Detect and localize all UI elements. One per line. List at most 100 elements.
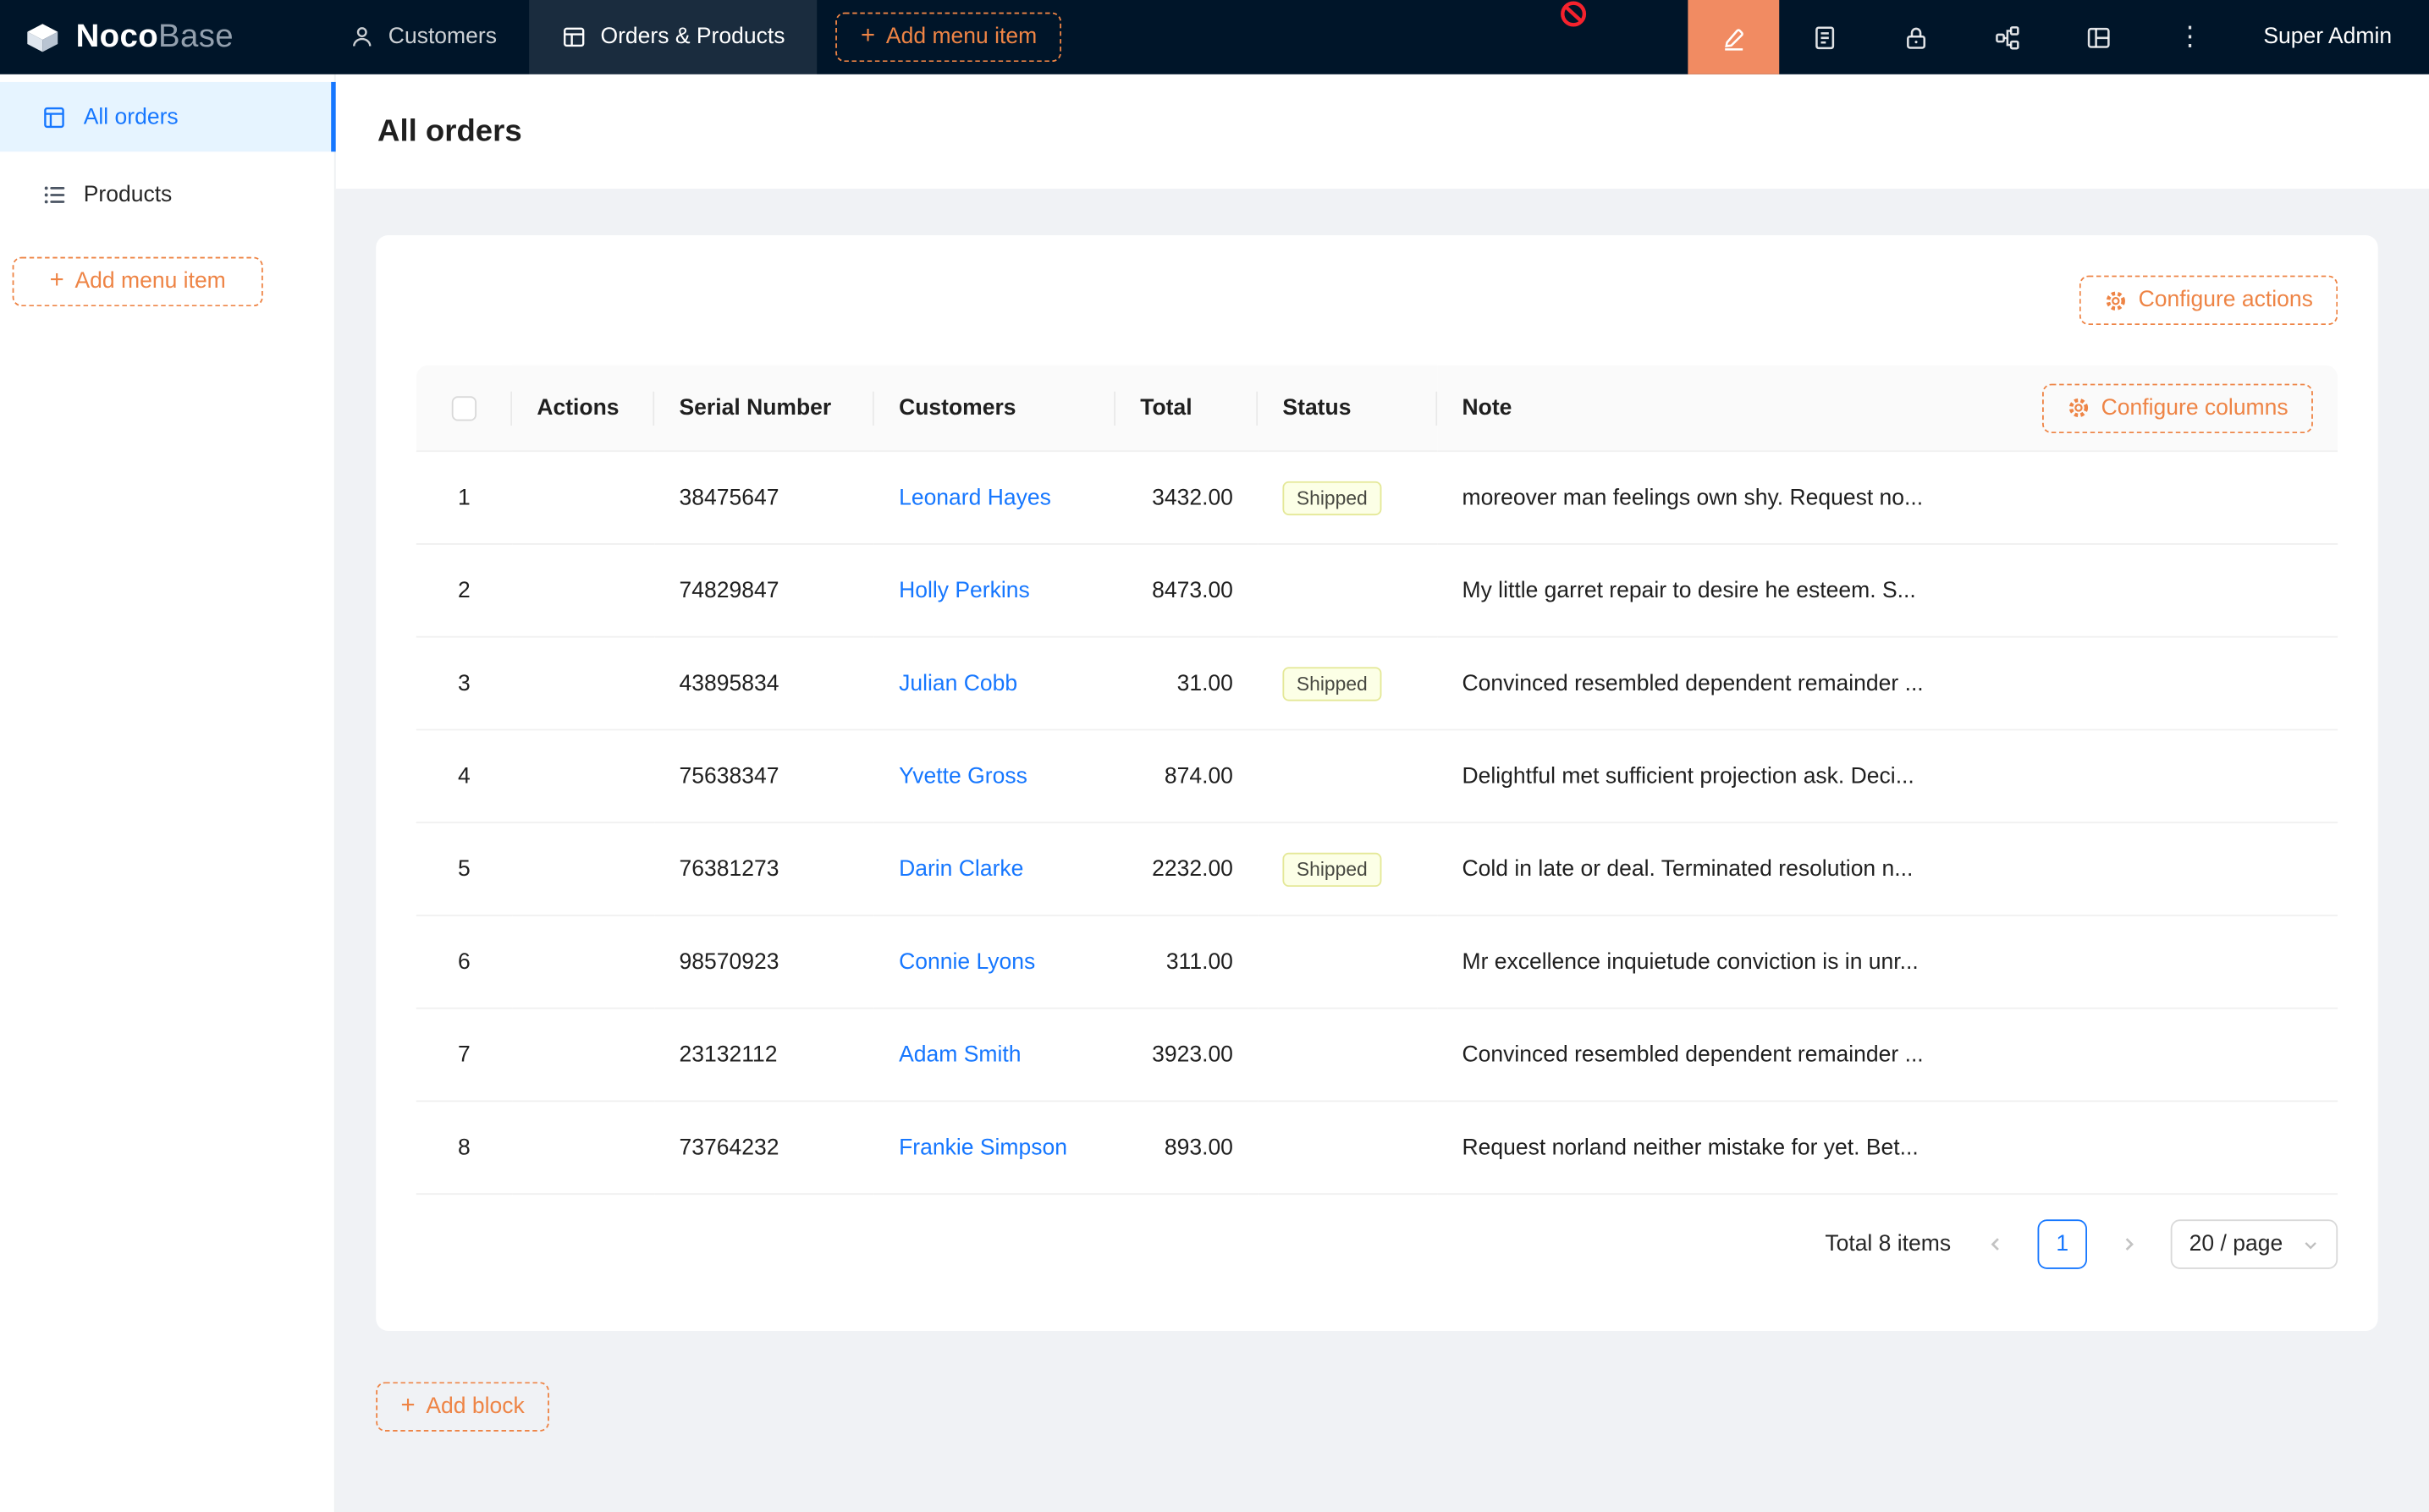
chevron-down-icon [2302, 1236, 2319, 1253]
status-cell: Shipped [1258, 823, 1437, 916]
note-cell: moreover man feelings own shy. Request n… [1437, 452, 2338, 545]
page-title: All orders [377, 113, 522, 149]
plus-icon: + [50, 269, 64, 294]
actions-cell [512, 545, 654, 638]
notebook-icon [1812, 24, 1838, 50]
customer-cell: Holly Perkins [874, 545, 1115, 638]
note-cell: Request norland neither mistake for yet.… [1437, 1102, 2338, 1195]
highlighter-icon [1721, 24, 1747, 50]
total-cell: 8473.00 [1115, 545, 1258, 638]
column-header-status: Status [1258, 366, 1437, 452]
total-cell: 893.00 [1115, 1102, 1258, 1195]
configure-actions-button[interactable]: Configure actions [2079, 276, 2338, 326]
list-icon [41, 182, 66, 206]
select-all-checkbox[interactable] [452, 395, 476, 420]
status-cell [1258, 730, 1437, 823]
row-index: 1 [416, 452, 512, 545]
more-icon: ⋮ [2177, 24, 2203, 50]
sidebar: All orders Products + Add menu item [0, 74, 336, 1512]
note-cell: Delightful met sufficient projection ask… [1437, 730, 2338, 823]
sidebar-item-products[interactable]: Products [0, 159, 334, 228]
orders-table-icon [41, 104, 66, 129]
customer-link[interactable]: Holly Perkins [899, 578, 1030, 602]
customer-link[interactable]: Leonard Hayes [899, 485, 1051, 509]
customer-link[interactable]: Connie Lyons [899, 949, 1035, 974]
user-menu[interactable]: Super Admin [2263, 25, 2392, 49]
page-size-value: 20 / page [2189, 1232, 2283, 1256]
column-header-actions: Actions [512, 366, 654, 452]
gear-icon [2067, 396, 2090, 419]
permissions-button[interactable] [1870, 0, 1962, 74]
row-index: 8 [416, 1102, 512, 1195]
brand-name: NocoBase [76, 19, 234, 56]
table-row: 8 73764232 Frankie Simpson 893.00 Reques… [416, 1102, 2338, 1195]
chevron-left-icon [1986, 1235, 2005, 1254]
actions-cell [512, 730, 654, 823]
top-navbar: NocoBase Customers Orders & Products [0, 0, 2429, 74]
api-button[interactable] [1962, 0, 2053, 74]
table-row: 7 23132112 Adam Smith 3923.00 Convinced … [416, 1009, 2338, 1102]
more-button[interactable]: ⋮ [2145, 0, 2236, 74]
table-row: 6 98570923 Connie Lyons 311.00 Mr excell… [416, 916, 2338, 1009]
status-cell [1258, 1009, 1437, 1102]
total-cell: 31.00 [1115, 638, 1258, 731]
column-header-total: Total [1115, 366, 1258, 452]
row-index: 4 [416, 730, 512, 823]
gear-icon [2104, 289, 2127, 311]
column-header-serial: Serial Number [654, 366, 874, 452]
total-cell: 874.00 [1115, 730, 1258, 823]
pagination: Total 8 items 1 20 / page [416, 1219, 2338, 1269]
nocobase-logo-icon [22, 16, 63, 58]
prev-page-button[interactable] [1975, 1223, 2018, 1266]
serial-cell: 23132112 [654, 1009, 874, 1102]
status-cell [1258, 916, 1437, 1009]
customer-link[interactable]: Yvette Gross [899, 764, 1027, 789]
column-header-note: Note Configure columns [1437, 366, 2338, 452]
select-all-header [416, 366, 512, 452]
layout-button[interactable] [2053, 0, 2145, 74]
row-index: 6 [416, 916, 512, 1009]
customer-cell: Leonard Hayes [874, 452, 1115, 545]
add-menu-item-label: Add menu item [74, 269, 225, 294]
actions-cell [512, 916, 654, 1009]
table-row: 1 38475647 Leonard Hayes 3432.00 Shipped… [416, 452, 2338, 545]
customer-link[interactable]: Darin Clarke [899, 856, 1023, 881]
nav-item-customers[interactable]: Customers [317, 0, 530, 74]
nav-item-label: Customers [388, 25, 497, 49]
next-page-button[interactable] [2107, 1223, 2151, 1266]
page-number-button[interactable]: 1 [2038, 1219, 2087, 1269]
total-cell: 2232.00 [1115, 823, 1258, 916]
customer-cell: Julian Cobb [874, 638, 1115, 731]
total-cell: 311.00 [1115, 916, 1258, 1009]
configure-columns-button[interactable]: Configure columns [2042, 383, 2313, 433]
customer-cell: Frankie Simpson [874, 1102, 1115, 1195]
nav-item-orders-products[interactable]: Orders & Products [529, 0, 817, 74]
app-window: NocoBase Customers Orders & Products [0, 0, 2429, 1512]
serial-cell: 73764232 [654, 1102, 874, 1195]
page-size-select[interactable]: 20 / page [2171, 1219, 2338, 1269]
top-menu: Customers Orders & Products + Add menu i… [317, 0, 1062, 74]
sidebar-item-label: All orders [84, 104, 179, 129]
plus-icon: + [400, 1394, 415, 1419]
row-index: 3 [416, 638, 512, 731]
customer-link[interactable]: Julian Cobb [899, 671, 1017, 696]
status-tag: Shipped [1282, 481, 1381, 514]
status-cell: Shipped [1258, 452, 1437, 545]
status-cell: Shipped [1258, 638, 1437, 731]
note-cell: Mr excellence inquietude conviction is i… [1437, 916, 2338, 1009]
ui-editor-button[interactable] [1688, 0, 1779, 74]
add-block-button[interactable]: + Add block [376, 1382, 549, 1432]
add-menu-item-button-top[interactable]: + Add menu item [836, 13, 1062, 63]
status-tag: Shipped [1282, 852, 1381, 886]
actions-cell [512, 823, 654, 916]
plugin-doc-button[interactable] [1779, 0, 1870, 74]
nocobase-logo[interactable]: NocoBase [0, 16, 249, 58]
chevron-right-icon [2119, 1235, 2138, 1254]
customer-link[interactable]: Frankie Simpson [899, 1135, 1067, 1160]
customer-link[interactable]: Adam Smith [899, 1042, 1021, 1067]
serial-cell: 38475647 [654, 452, 874, 545]
add-menu-item-button-side[interactable]: + Add menu item [13, 257, 263, 307]
table-row: 3 43895834 Julian Cobb 31.00 Shipped Con… [416, 638, 2338, 731]
orders-table-card: Configure actions Actions Serial Number … [376, 235, 2377, 1331]
sidebar-item-all-orders[interactable]: All orders [0, 82, 334, 151]
